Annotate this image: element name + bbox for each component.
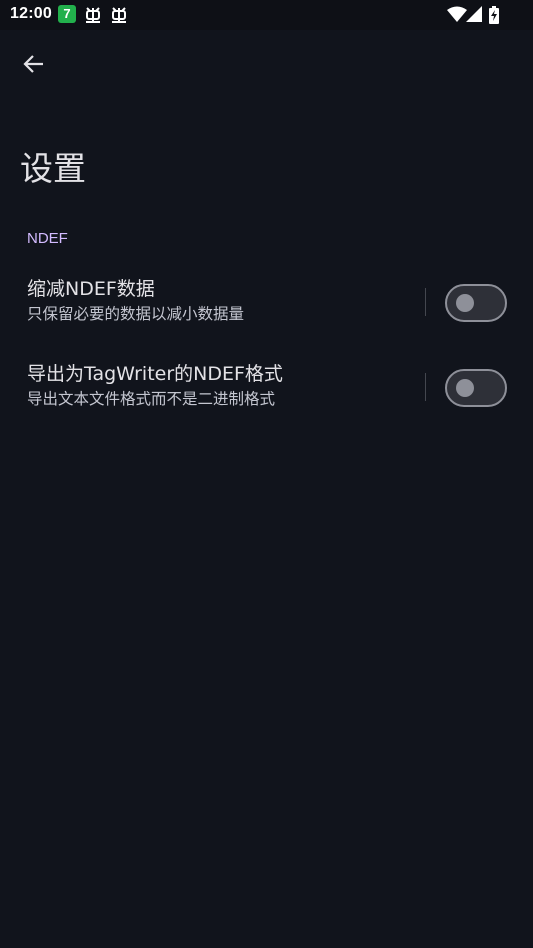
bug-icon: [83, 5, 103, 29]
app-bar: 设置: [0, 30, 533, 230]
pref-title: 导出为TagWriter的NDEF格式: [27, 363, 283, 385]
arrow-back-icon: [23, 53, 45, 79]
battery-charging-icon: [489, 6, 499, 28]
status-bar: 12:00 7: [0, 0, 533, 30]
notification-badge-icon: 7: [58, 5, 76, 23]
cell-signal-icon: [466, 6, 482, 26]
pref-title: 缩减NDEF数据: [27, 278, 155, 300]
shrink-ndef-switch[interactable]: [445, 284, 507, 322]
category-header-ndef: NDEF: [27, 230, 68, 247]
page-title: 设置: [20, 149, 86, 188]
bug-icon: [109, 5, 129, 29]
switch-thumb: [456, 379, 474, 397]
status-time: 12:00: [10, 5, 52, 22]
back-button[interactable]: [12, 44, 56, 88]
pref-summary: 导出文本文件格式而不是二进制格式: [27, 390, 276, 408]
export-tagwriter-switch[interactable]: [445, 369, 507, 407]
pref-shrink-ndef[interactable]: 缩减NDEF数据 只保留必要的数据以减小数据量: [0, 260, 533, 344]
switch-thumb: [456, 294, 474, 312]
pref-divider: [425, 373, 426, 401]
pref-divider: [425, 288, 426, 316]
wifi-icon: [447, 6, 467, 26]
pref-summary: 只保留必要的数据以减小数据量: [27, 305, 245, 323]
pref-export-tagwriter[interactable]: 导出为TagWriter的NDEF格式 导出文本文件格式而不是二进制格式: [0, 345, 533, 429]
